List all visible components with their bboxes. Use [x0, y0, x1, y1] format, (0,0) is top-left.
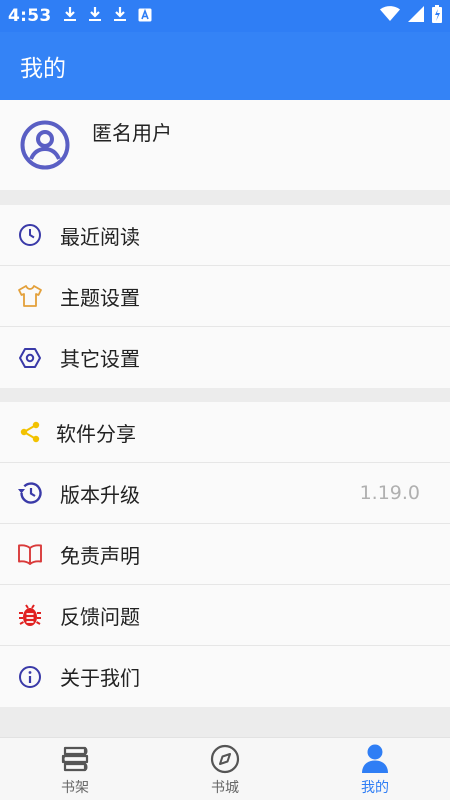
menu-item-label: 其它设置	[60, 347, 140, 371]
menu-item-label: 版本升级	[60, 482, 140, 507]
clock-icon	[17, 222, 43, 248]
open-book-icon	[17, 541, 43, 567]
download-icon	[113, 6, 127, 26]
menu-group-about: 软件分享 版本升级 1.19.0 免责声明 反馈问题 关于我们	[0, 402, 450, 707]
hexagon-settings-icon	[17, 345, 43, 371]
bottom-navigation: 书架 书城 我的	[0, 737, 450, 800]
menu-item-theme-settings[interactable]: 主题设置	[0, 266, 450, 327]
menu-item-share[interactable]: 软件分享	[0, 402, 450, 463]
nav-label: 我的	[361, 780, 389, 796]
menu-item-other-settings[interactable]: 其它设置	[0, 327, 450, 388]
a-box-icon	[138, 7, 152, 26]
menu-item-label: 反馈问题	[60, 604, 140, 629]
bookshelf-icon	[60, 744, 90, 774]
app-bar: 我的	[0, 32, 450, 100]
download-icon	[88, 6, 102, 26]
person-icon	[360, 744, 390, 774]
menu-item-label: 免责声明	[60, 543, 140, 568]
share-icon	[17, 419, 43, 445]
nav-label: 书城	[211, 780, 239, 796]
menu-item-label: 最近阅读	[60, 224, 140, 249]
user-avatar-icon	[20, 120, 70, 170]
status-bar: 4:53	[0, 0, 450, 32]
nav-tab-bookshelf[interactable]: 书架	[0, 738, 150, 800]
tshirt-icon	[17, 283, 43, 309]
notification-icons	[63, 6, 152, 26]
menu-item-recent-reading[interactable]: 最近阅读	[0, 205, 450, 266]
page-title: 我的	[20, 56, 66, 82]
battery-charging-icon	[432, 5, 442, 27]
profile-card[interactable]: 匿名用户	[0, 100, 450, 190]
wifi-icon	[380, 6, 400, 26]
menu-item-label: 软件分享	[56, 421, 136, 446]
menu-item-version-update[interactable]: 版本升级 1.19.0	[0, 463, 450, 524]
menu-group-reading: 最近阅读 主题设置 其它设置	[0, 205, 450, 388]
menu-item-disclaimer[interactable]: 免责声明	[0, 524, 450, 585]
history-update-icon	[17, 480, 43, 506]
username: 匿名用户	[92, 121, 172, 145]
nav-label: 书架	[61, 780, 89, 796]
menu-item-label: 关于我们	[60, 666, 140, 690]
cellular-icon	[408, 6, 424, 26]
system-icons	[380, 5, 442, 27]
download-icon	[63, 6, 77, 26]
bug-icon	[17, 602, 43, 628]
compass-icon	[210, 744, 240, 774]
nav-tab-bookstore[interactable]: 书城	[150, 738, 300, 800]
menu-item-feedback[interactable]: 反馈问题	[0, 585, 450, 646]
menu-item-label: 主题设置	[60, 285, 140, 310]
menu-item-about-us[interactable]: 关于我们	[0, 646, 450, 707]
status-time: 4:53	[8, 6, 52, 26]
info-icon	[17, 664, 43, 690]
nav-tab-mine[interactable]: 我的	[300, 738, 450, 800]
version-number: 1.19.0	[359, 482, 420, 504]
